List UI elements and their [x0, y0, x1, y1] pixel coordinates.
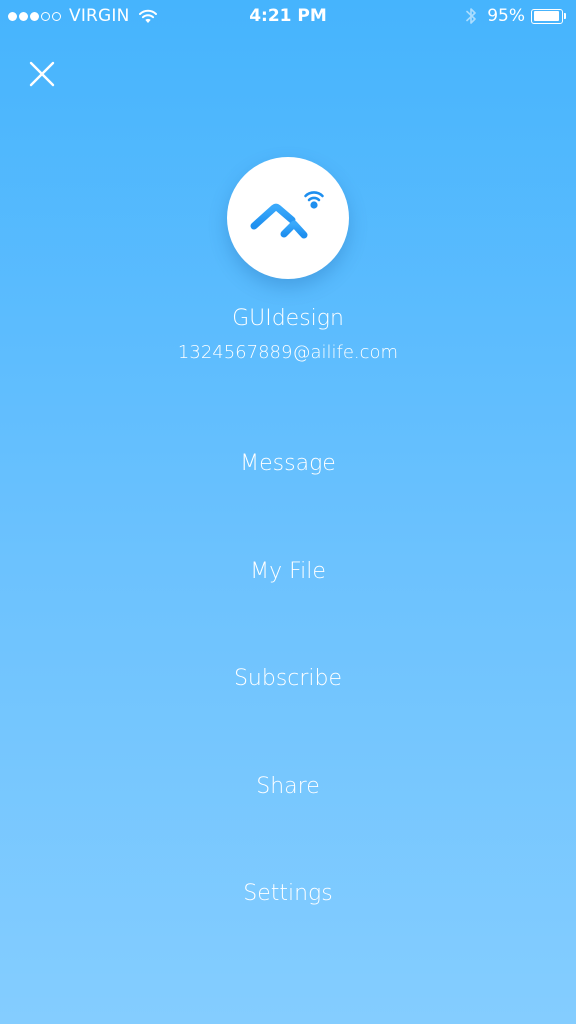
- drawer-menu-screen: VIRGIN 4:21 PM 95% GUIdesign 1324567889@…: [0, 0, 576, 1024]
- app-logo-icon: [250, 191, 324, 242]
- battery-fill: [533, 11, 560, 21]
- menu-item-my-file[interactable]: My File: [138, 546, 438, 596]
- user-email: 1324567889@ailife.com: [177, 342, 399, 363]
- battery-body: [531, 8, 563, 24]
- menu-item-share[interactable]: Share: [138, 761, 438, 811]
- status-bar: VIRGIN 4:21 PM 95%: [0, 0, 576, 34]
- battery-icon: [531, 8, 566, 24]
- avatar[interactable]: [227, 157, 349, 279]
- close-icon: [29, 61, 55, 87]
- battery-tip: [564, 13, 566, 19]
- menu-item-message[interactable]: Message: [138, 438, 438, 488]
- menu-item-settings[interactable]: Settings: [138, 868, 438, 918]
- bluetooth-icon: [465, 6, 477, 26]
- status-right: 95%: [465, 6, 566, 26]
- user-name: GUIdesign: [232, 306, 344, 331]
- battery-percentage: 95%: [487, 6, 525, 26]
- menu-item-subscribe[interactable]: Subscribe: [138, 653, 438, 703]
- close-button[interactable]: [24, 56, 60, 92]
